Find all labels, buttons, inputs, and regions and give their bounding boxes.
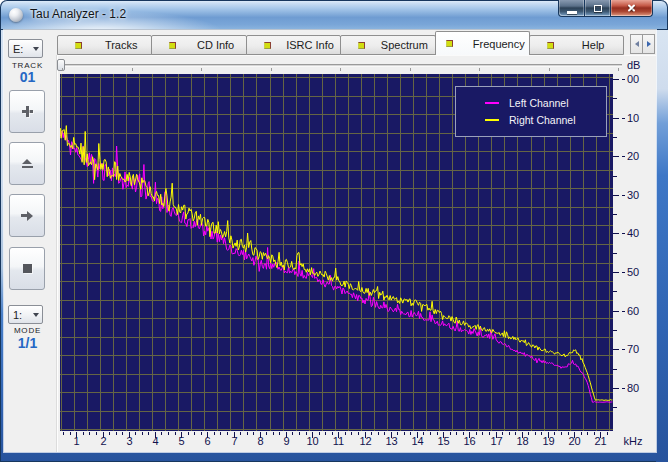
- svg-text:10: 10: [306, 435, 318, 447]
- tab-indicator-icon: [446, 40, 453, 47]
- chevron-down-icon: [33, 47, 39, 51]
- minimize-icon: [567, 11, 577, 14]
- svg-text:16: 16: [463, 435, 475, 447]
- drive-select[interactable]: E:: [8, 39, 43, 58]
- client-area: E: TRACK 01 1: MODE 1/1 TracksCD InfoISR…: [4, 30, 656, 452]
- svg-text:20: 20: [568, 435, 580, 447]
- svg-text:6: 6: [204, 435, 210, 447]
- app-icon[interactable]: [9, 8, 23, 22]
- svg-text:3: 3: [126, 435, 132, 447]
- svg-text:10: 10: [627, 112, 639, 124]
- tab-spectrum[interactable]: Spectrum: [340, 35, 435, 55]
- chevron-down-icon: [33, 313, 39, 317]
- svg-text:4: 4: [152, 435, 158, 447]
- tab-label: Tracks: [94, 39, 151, 51]
- eject-icon: [22, 159, 33, 168]
- mode-value: 1/1: [4, 335, 51, 351]
- tab-indicator-icon: [75, 42, 82, 49]
- tab-indicator-icon: [169, 42, 176, 49]
- svg-text:60: 60: [627, 305, 639, 317]
- svg-text:15: 15: [437, 435, 449, 447]
- svg-text:21: 21: [594, 435, 606, 447]
- app-window: Tau Analyzer - 1.2 E: TRACK 01 1: MODE 1…: [0, 0, 668, 462]
- svg-text:18: 18: [516, 435, 528, 447]
- plus-icon: [22, 106, 33, 117]
- tab-scroll-buttons: [630, 34, 655, 54]
- svg-text:2: 2: [100, 435, 106, 447]
- svg-text:5: 5: [178, 435, 184, 447]
- svg-text:9: 9: [283, 435, 289, 447]
- legend-item-right: Right Channel: [485, 114, 606, 127]
- svg-text:80: 80: [627, 382, 639, 394]
- tab-label: CD Info: [188, 39, 245, 51]
- slider-ticks: [57, 68, 627, 72]
- position-slider-track[interactable]: [58, 64, 622, 67]
- svg-text:12: 12: [359, 435, 371, 447]
- chart-legend: Left Channel Right Channel: [455, 86, 607, 137]
- svg-text:dB: dB: [627, 59, 640, 71]
- window-border-right: [656, 28, 668, 462]
- svg-text:70: 70: [627, 343, 639, 355]
- left-channel-swatch: [485, 102, 499, 104]
- title-bar[interactable]: Tau Analyzer - 1.2: [0, 0, 668, 30]
- eject-button[interactable]: [9, 142, 45, 185]
- svg-text:14: 14: [411, 435, 423, 447]
- close-button[interactable]: [610, 0, 653, 17]
- track-number: 01: [4, 69, 51, 85]
- next-button[interactable]: [9, 194, 45, 237]
- mode-select[interactable]: 1:: [8, 305, 43, 324]
- arrow-right-icon: [647, 41, 651, 47]
- svg-text:11: 11: [333, 435, 344, 447]
- tab-indicator-icon: [264, 42, 271, 49]
- tab-indicator-icon: [358, 42, 365, 49]
- tab-isrc-info[interactable]: ISRC Info: [246, 35, 341, 55]
- svg-text:20: 20: [627, 150, 639, 162]
- tab-frequency[interactable]: Frequency: [435, 31, 530, 55]
- svg-text:40: 40: [627, 227, 639, 239]
- close-icon: [627, 4, 636, 13]
- tab-scroll-right-button[interactable]: [642, 34, 655, 54]
- tab-cd-info[interactable]: CD Info: [151, 35, 246, 55]
- tab-label: Frequency: [472, 38, 529, 50]
- plus-button[interactable]: [9, 90, 45, 133]
- window-controls: [558, 0, 653, 17]
- right-channel-swatch: [485, 119, 499, 121]
- legend-item-left: Left Channel: [485, 97, 606, 110]
- minimize-button[interactable]: [558, 0, 585, 17]
- frequency-page: 123456789101112131415161718192021kHz0010…: [57, 55, 656, 452]
- svg-text:1: 1: [73, 435, 79, 447]
- tab-indicator-icon: [547, 42, 554, 49]
- maximize-button[interactable]: [584, 0, 611, 17]
- tab-tracks[interactable]: Tracks: [57, 35, 152, 55]
- svg-text:13: 13: [385, 435, 397, 447]
- svg-text:8: 8: [257, 435, 263, 447]
- arrow-left-icon: [635, 41, 639, 47]
- svg-text:kHz: kHz: [624, 435, 643, 447]
- svg-text:00: 00: [627, 73, 639, 85]
- tab-label: Spectrum: [377, 39, 434, 51]
- svg-text:7: 7: [231, 435, 237, 447]
- svg-text:19: 19: [542, 435, 554, 447]
- window-title: Tau Analyzer - 1.2: [30, 7, 126, 21]
- stop-button[interactable]: [9, 247, 45, 290]
- tab-bar: Tracks CD Info ISRC Info Spectrum Frequency H…: [57, 33, 623, 55]
- tab-help[interactable]: Help: [529, 35, 624, 55]
- mode-label: MODE: [4, 326, 51, 335]
- tab-label: Help: [566, 39, 623, 51]
- tab-label: ISRC Info: [283, 39, 340, 51]
- svg-text:17: 17: [490, 435, 502, 447]
- maximize-icon: [594, 5, 602, 12]
- svg-text:50: 50: [627, 266, 639, 278]
- stop-icon: [23, 264, 32, 273]
- arrow-right-icon: [21, 211, 33, 221]
- svg-text:30: 30: [627, 189, 639, 201]
